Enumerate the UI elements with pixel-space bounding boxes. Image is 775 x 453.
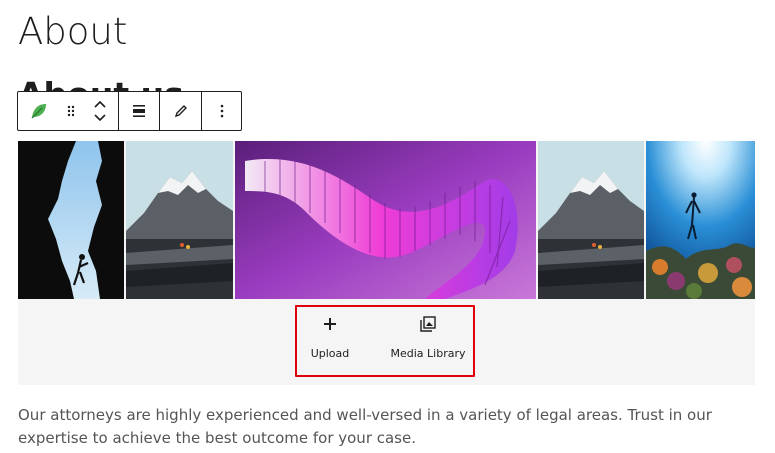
- toolbar-group-align: [119, 92, 160, 130]
- more-options-button[interactable]: [202, 92, 242, 130]
- media-library-button[interactable]: Media Library: [385, 307, 471, 375]
- media-library-label: Media Library: [390, 347, 466, 360]
- toolbar-group-block: [18, 92, 119, 130]
- edit-button[interactable]: [160, 92, 201, 130]
- page-title[interactable]: About: [18, 10, 127, 54]
- paragraph-block[interactable]: Our attorneys are highly experienced and…: [18, 404, 738, 450]
- align-button[interactable]: [119, 92, 159, 130]
- gallery-image-underwater[interactable]: [646, 141, 755, 299]
- gallery-image-climber[interactable]: [18, 141, 124, 299]
- block-toolbar: [17, 91, 242, 131]
- drag-handle-icon: [66, 104, 76, 118]
- plus-icon: [323, 315, 337, 333]
- media-actions-highlight: Upload Media Library: [295, 305, 475, 377]
- move-down-icon[interactable]: [93, 113, 107, 123]
- upload-label: Upload: [310, 347, 350, 360]
- pencil-icon: [174, 104, 188, 118]
- leaf-icon: [29, 101, 49, 121]
- upload-button[interactable]: Upload: [297, 307, 363, 375]
- media-library-icon: [420, 315, 436, 333]
- toolbar-group-more: [202, 92, 242, 130]
- gallery-block[interactable]: Upload Media Library: [18, 141, 755, 385]
- gallery-image-abstract[interactable]: [235, 141, 536, 299]
- gallery-image-mountain-2[interactable]: [538, 141, 644, 299]
- move-buttons: [82, 92, 118, 130]
- gallery-image-mountain[interactable]: [126, 141, 233, 299]
- block-type-button[interactable]: [18, 92, 60, 130]
- toolbar-group-edit: [160, 92, 202, 130]
- drag-handle[interactable]: [60, 92, 82, 130]
- move-up-icon[interactable]: [93, 99, 107, 109]
- align-icon: [132, 104, 146, 118]
- more-options-icon: [220, 104, 224, 118]
